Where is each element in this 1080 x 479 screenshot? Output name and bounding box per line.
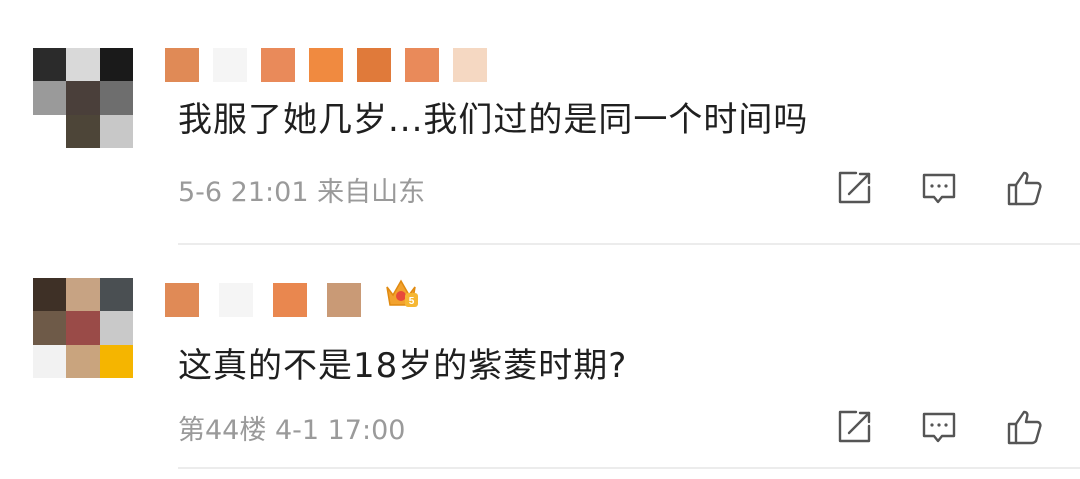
username-mosaic-block bbox=[165, 48, 199, 82]
vip-crown-icon: 5 bbox=[383, 273, 419, 309]
avatar-mosaic-cell bbox=[33, 311, 67, 345]
avatar-mosaic-cell bbox=[33, 344, 67, 378]
username-mosaic-block bbox=[213, 48, 247, 82]
avatar-mosaic-cell bbox=[33, 48, 67, 82]
username[interactable] bbox=[165, 48, 635, 84]
thumbs-up-icon[interactable] bbox=[1004, 407, 1044, 447]
username[interactable]: 5 bbox=[165, 279, 425, 319]
avatar-mosaic-cell bbox=[99, 81, 133, 115]
avatar-mosaic-cell bbox=[99, 344, 133, 378]
username-mosaic-block bbox=[327, 283, 361, 317]
avatar-mosaic-cell bbox=[33, 81, 67, 115]
comment-meta: 第44楼 4-1 17:00 bbox=[178, 415, 406, 446]
comment-actions bbox=[834, 168, 1044, 208]
avatar-mosaic-cell bbox=[33, 114, 67, 148]
avatar-mosaic-cell bbox=[66, 311, 100, 345]
avatar-mosaic-cell bbox=[99, 278, 133, 312]
avatar-mosaic-cell bbox=[66, 278, 100, 312]
avatar[interactable] bbox=[33, 48, 133, 148]
divider bbox=[178, 467, 1080, 469]
comment-text: 这真的不是18岁的紫菱时期? bbox=[178, 346, 628, 386]
avatar[interactable] bbox=[33, 278, 133, 378]
avatar-mosaic-cell bbox=[99, 114, 133, 148]
username-mosaic-block bbox=[453, 48, 487, 82]
comment-meta: 5-6 21:01 来自山东 bbox=[178, 177, 426, 208]
username-mosaic-block bbox=[357, 48, 391, 82]
avatar-mosaic-cell bbox=[66, 344, 100, 378]
avatar-mosaic-cell bbox=[66, 81, 100, 115]
avatar-mosaic-cell bbox=[99, 48, 133, 82]
username-mosaic-block bbox=[405, 48, 439, 82]
avatar-mosaic-cell bbox=[66, 48, 100, 82]
username-mosaic-block bbox=[261, 48, 295, 82]
share-icon[interactable] bbox=[834, 168, 874, 208]
avatar-mosaic-cell bbox=[33, 278, 67, 312]
comment-text: 我服了她几岁...我们过的是同一个时间吗 bbox=[178, 100, 809, 140]
comment-icon[interactable] bbox=[919, 168, 959, 208]
vip-level-badge: 5 bbox=[409, 296, 415, 307]
comment-actions bbox=[834, 407, 1044, 447]
username-mosaic-block bbox=[219, 283, 253, 317]
comment-icon[interactable] bbox=[919, 407, 959, 447]
avatar-mosaic-cell bbox=[99, 311, 133, 345]
username-mosaic-block bbox=[309, 48, 343, 82]
thumbs-up-icon[interactable] bbox=[1004, 168, 1044, 208]
username-mosaic-block bbox=[273, 283, 307, 317]
comment-item: 我服了她几岁...我们过的是同一个时间吗 5-6 21:01 来自山东 bbox=[0, 0, 1080, 245]
avatar-mosaic-cell bbox=[66, 114, 100, 148]
comment-item: 5 这真的不是18岁的紫菱时期? 第44楼 4-1 17:00 bbox=[0, 245, 1080, 479]
username-mosaic-block bbox=[165, 283, 199, 317]
share-icon[interactable] bbox=[834, 407, 874, 447]
